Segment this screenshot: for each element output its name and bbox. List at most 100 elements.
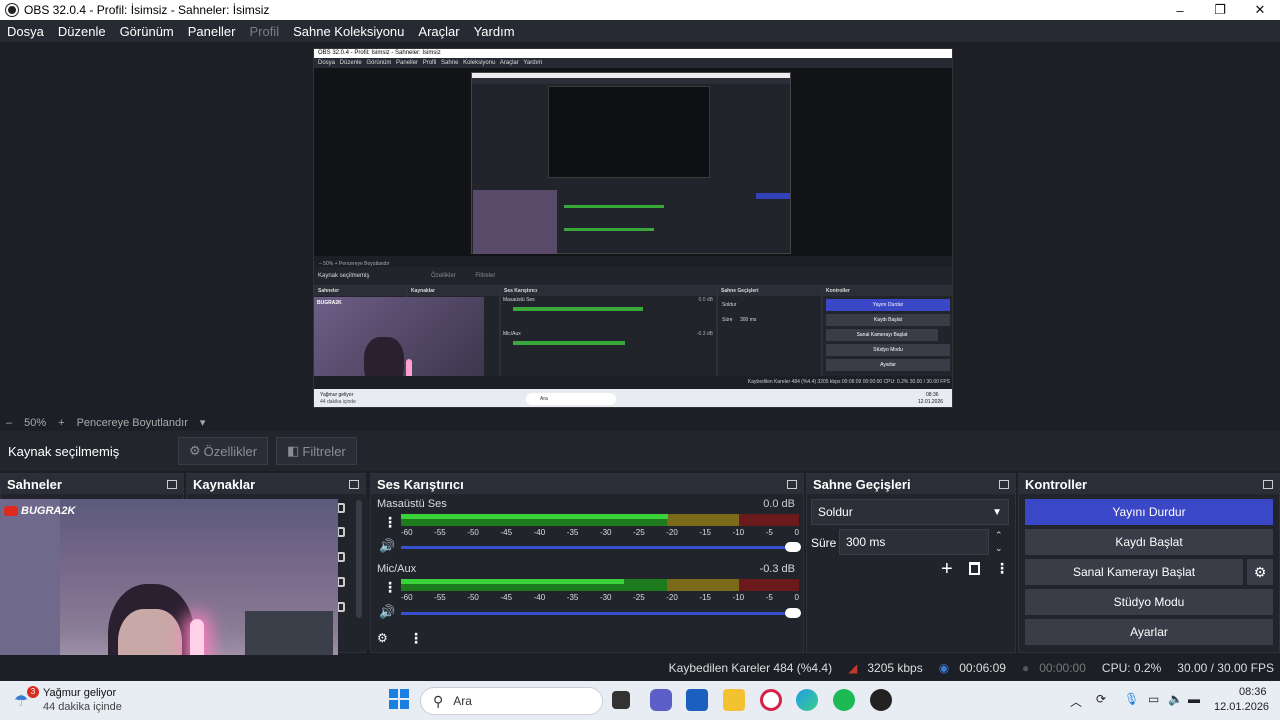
taskbar-search[interactable]: ⚲ Ara <box>420 687 603 715</box>
windows-start-icon[interactable] <box>389 689 409 709</box>
weather-text[interactable]: Yağmur geliyor <box>43 687 116 699</box>
volume-icon[interactable]: 🔈 <box>1168 692 1183 706</box>
desktop-audio-menu[interactable]: ⋮ <box>383 514 397 531</box>
nested-duration-val: 300 ms <box>740 317 757 323</box>
transition-menu[interactable]: ⋮ <box>995 560 1009 577</box>
rain-umbrella-icon[interactable]: ☂ <box>14 691 28 711</box>
tray-overflow-icon[interactable]: ︿ <box>1070 693 1082 710</box>
nested-statusbar: Kaybedilen Kareler 484 (%4.4) 3205 kbps … <box>314 376 952 389</box>
add-transition-button[interactable]: + <box>941 558 953 581</box>
menu-edit[interactable]: Düzenle <box>51 24 113 39</box>
clock-time[interactable]: 08:36 <box>1239 686 1267 698</box>
gear-icon: ⚙ <box>189 443 201 458</box>
menu-profile[interactable]: Profil <box>242 24 286 39</box>
start-virtual-camera-button[interactable]: Sanal Kamerayı Başlat <box>1025 559 1243 585</box>
duration-label: Süre <box>811 536 837 550</box>
menu-scene-collection[interactable]: Sahne Koleksiyonu <box>286 24 411 39</box>
sync-icon[interactable]: ⟳ <box>1096 692 1106 706</box>
virtual-camera-settings-gear-icon[interactable]: ⚙ <box>1247 559 1273 585</box>
spotify-icon[interactable] <box>833 689 855 711</box>
lock-icon[interactable] <box>337 577 345 587</box>
mic-aux-label: Mic/Aux <box>377 563 417 575</box>
speaker-icon[interactable]: 🔊 <box>379 538 395 554</box>
desktop-audio-volume-slider[interactable] <box>401 542 801 552</box>
chevron-down-icon[interactable]: ▾ <box>194 416 212 429</box>
menu-view[interactable]: Görünüm <box>113 24 181 39</box>
preview-canvas[interactable]: OBS 32.0.4 - Profil: İsimsiz - Sahneler:… <box>313 48 953 408</box>
lock-icon[interactable] <box>337 503 345 513</box>
nested-source-row: Kaynak seçilmemiş Özellikler Filtreler <box>314 267 952 285</box>
filters-button[interactable]: ◧ Filtreler <box>276 437 357 465</box>
battery-icon[interactable]: ▬ <box>1188 692 1200 706</box>
duration-stepper[interactable]: ⌃ ⌄ <box>995 529 1003 555</box>
meter-tick-label: -55 <box>434 593 446 602</box>
studio-mode-button[interactable]: Stüdyo Modu <box>1025 589 1273 615</box>
nested-rec-button: Kaydı Başlat <box>826 314 950 326</box>
properties-label: Özellikler <box>203 443 258 459</box>
zoom-out-button[interactable]: – <box>0 417 18 429</box>
nested-inner-camera <box>473 190 557 254</box>
fit-to-window-dropdown[interactable]: Pencereye Boyutlandır <box>71 417 194 429</box>
undock-icon[interactable] <box>999 479 1009 489</box>
undock-icon[interactable] <box>1263 479 1273 489</box>
obs-taskbar-icon[interactable] <box>870 689 892 711</box>
task-view-icon[interactable] <box>612 691 630 709</box>
duration-input[interactable]: 300 ms <box>839 529 989 555</box>
menu-bar: Dosya Düzenle Görünüm Paneller Profil Sa… <box>0 20 1280 42</box>
mixer-menu[interactable]: ⋮ <box>409 630 423 647</box>
maximize-button[interactable]: ❐ <box>1200 0 1240 20</box>
slider-handle[interactable] <box>785 608 801 618</box>
search-placeholder: Ara <box>453 694 472 708</box>
menu-tools[interactable]: Araçlar <box>411 24 466 39</box>
nested-clock: 08:36 <box>926 392 939 398</box>
meter-tick-label: -50 <box>467 528 479 537</box>
undock-icon[interactable] <box>167 479 177 489</box>
menu-file[interactable]: Dosya <box>0 24 51 39</box>
stop-streaming-button[interactable]: Yayını Durdur <box>1025 499 1273 525</box>
sources-scrollbar[interactable] <box>356 500 362 618</box>
lock-icon[interactable] <box>337 602 345 612</box>
speaker-icon[interactable]: 🔊 <box>379 604 395 620</box>
edge-icon[interactable] <box>796 689 818 711</box>
sources-title: Kaynaklar <box>193 476 256 492</box>
nested-mic-meter <box>513 341 625 345</box>
windows-taskbar: ☂ 3 Yağmur geliyor 44 dakika içinde ⚲ Ara… <box>0 681 1280 720</box>
menu-help[interactable]: Yardım <box>467 24 522 39</box>
lock-icon[interactable] <box>337 527 345 537</box>
undock-icon[interactable] <box>787 479 797 489</box>
menu-docks[interactable]: Paneller <box>181 24 243 39</box>
controls-dock: Kontroller Yayını Durdur Kaydı Başlat Sa… <box>1018 473 1280 653</box>
nested-controls-panel: Kontroller Yayını Durdur Kaydı Başlat Sa… <box>822 285 952 389</box>
meter-tick-label: -20 <box>666 593 678 602</box>
trash-icon[interactable] <box>969 562 980 575</box>
nested-mixer-panel: Ses Karıştırıcı Masaüstü Ses 0.0 dB Mic/… <box>500 285 717 389</box>
transition-select[interactable]: Soldur ▼ <box>811 499 1009 525</box>
clock-date[interactable]: 12.01.2026 <box>1214 701 1269 713</box>
file-explorer-icon[interactable] <box>723 689 745 711</box>
youtube-icon <box>4 506 18 516</box>
mic-aux-volume-slider[interactable] <box>401 608 801 618</box>
mixer-header: Ses Karıştırıcı <box>371 474 803 494</box>
chat-icon[interactable] <box>650 689 672 711</box>
start-recording-button[interactable]: Kaydı Başlat <box>1025 529 1273 555</box>
settings-button[interactable]: Ayarlar <box>1025 619 1273 645</box>
network-icon[interactable]: ▭ <box>1148 692 1159 706</box>
weather-badge: 3 <box>27 686 39 698</box>
mic-aux-menu[interactable]: ⋮ <box>383 579 397 596</box>
meter-tick-label: -35 <box>566 593 579 602</box>
scenes-header: Sahneler <box>1 474 183 494</box>
meter-tick-label: 0 <box>794 593 799 602</box>
advanced-audio-gear-icon[interactable]: ⚙ <box>377 631 388 645</box>
opera-icon[interactable] <box>760 689 782 711</box>
undock-icon[interactable] <box>349 479 359 489</box>
slider-handle[interactable] <box>785 542 801 552</box>
properties-button[interactable]: ⚙ Özellikler <box>178 437 269 465</box>
meter-tick-label: -5 <box>765 528 773 537</box>
close-button[interactable]: ✕ <box>1240 0 1280 20</box>
zoom-in-button[interactable]: + <box>52 417 70 429</box>
lock-icon[interactable] <box>337 552 345 562</box>
minimize-button[interactable]: – <box>1160 0 1200 20</box>
store-icon[interactable] <box>686 689 708 711</box>
meter-tick-label: -30 <box>599 593 612 602</box>
microphone-icon[interactable]: 🎙 <box>1124 692 1139 706</box>
